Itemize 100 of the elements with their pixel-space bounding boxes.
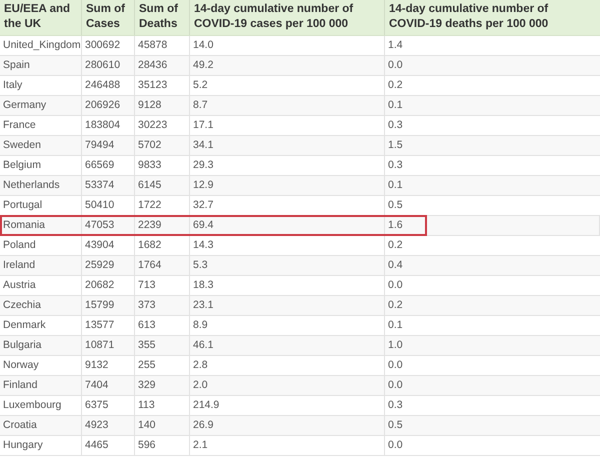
- table-cell: 79494: [82, 136, 135, 155]
- table-cell: France: [0, 116, 82, 135]
- table-cell: 17.1: [190, 116, 385, 135]
- table-cell: 6375: [82, 396, 135, 415]
- table-cell: 12.9: [190, 176, 385, 195]
- table-cell: 329: [135, 376, 190, 395]
- table-cell: 355: [135, 336, 190, 355]
- table-cell: 5.2: [190, 76, 385, 95]
- table-cell: Luxembourg: [0, 396, 82, 415]
- table-cell-text: 0.5: [387, 198, 404, 213]
- table-cell: 69.4: [190, 216, 385, 235]
- table-cell: Bulgaria: [0, 336, 82, 355]
- table-cell: 2239: [135, 216, 190, 235]
- table-cell-text: 0.4: [387, 258, 404, 273]
- table-cell: Germany: [0, 96, 82, 115]
- column-header: 14-day cumulative number of COVID-19 cases per 100 000: [190, 0, 385, 35]
- table-cell: 280610: [82, 56, 135, 75]
- table-cell: 2.0: [190, 376, 385, 395]
- table-cell: 713: [135, 276, 190, 295]
- table-cell: 10871: [82, 336, 135, 355]
- table-cell: 613: [135, 316, 190, 335]
- table-cell-text: 0.1: [387, 178, 404, 193]
- table-cell: Poland: [0, 236, 82, 255]
- table-cell: 26.9: [190, 416, 385, 435]
- table-cell: 28436: [135, 56, 190, 75]
- table-cell: Austria: [0, 276, 82, 295]
- table-cell: 214.9: [190, 396, 385, 415]
- table-cell: Spain: [0, 56, 82, 75]
- table-cell: 35123: [135, 76, 190, 95]
- table-cell: 53374: [82, 176, 135, 195]
- table-cell: 13577: [82, 316, 135, 335]
- table-cell: Croatia: [0, 416, 82, 435]
- table-cell: 20682: [82, 276, 135, 295]
- table-cell: 1.6: [385, 216, 600, 235]
- table-cell: Hungary: [0, 436, 82, 455]
- table-cell: 1682: [135, 236, 190, 255]
- table-cell: 15799: [82, 296, 135, 315]
- table-cell: United_Kingdom: [0, 36, 82, 55]
- table-cell: Romania: [0, 216, 82, 235]
- table-cell-text: 0.3: [387, 398, 404, 413]
- table-cell: 7404: [82, 376, 135, 395]
- table-cell-text: 0.1: [387, 98, 404, 113]
- table-cell: Denmark: [0, 316, 82, 335]
- table-cell: Norway: [0, 356, 82, 375]
- table-cell: 49.2: [190, 56, 385, 75]
- table-cell: 23.1: [190, 296, 385, 315]
- table-cell: 4465: [82, 436, 135, 455]
- table-cell: 5702: [135, 136, 190, 155]
- table-cell-text: 0.2: [387, 298, 404, 313]
- table-cell: 46.1: [190, 336, 385, 355]
- table-cell-text: 0.5: [387, 418, 404, 433]
- table-cell: Belgium: [0, 156, 82, 175]
- table-cell: 8.9: [190, 316, 385, 335]
- table-cell: 9128: [135, 96, 190, 115]
- table-cell: 6145: [135, 176, 190, 195]
- table-cell: 1764: [135, 256, 190, 275]
- table-cell: 45878: [135, 36, 190, 55]
- table-cell: 183804: [82, 116, 135, 135]
- table-cell-text: 0.0: [387, 378, 404, 393]
- table-cell: Finland: [0, 376, 82, 395]
- table-cell: 34.1: [190, 136, 385, 155]
- table-cell-text: 1.4: [387, 38, 404, 53]
- table-cell: 18.3: [190, 276, 385, 295]
- table-cell-text: 0.0: [387, 278, 404, 293]
- table-cell: Sweden: [0, 136, 82, 155]
- table-cell-text: 0.2: [387, 238, 404, 253]
- table-cell: 113: [135, 396, 190, 415]
- table-cell: 47053: [82, 216, 135, 235]
- table-cell: 5.3: [190, 256, 385, 275]
- table-cell: Netherlands: [0, 176, 82, 195]
- table-cell-text: 0.0: [387, 358, 404, 373]
- table-cell-text: 1.0: [387, 338, 404, 353]
- table-cell: 255: [135, 356, 190, 375]
- table-cell: Portugal: [0, 196, 82, 215]
- table-cell: 246488: [82, 76, 135, 95]
- table-cell: 50410: [82, 196, 135, 215]
- column-header: 14-day cumulative number of COVID-19 deaths per 100 000: [388, 2, 550, 32]
- table-cell-text: 1.5: [387, 138, 404, 153]
- table-cell: 9833: [135, 156, 190, 175]
- table-cell-text: 0.1: [387, 318, 404, 333]
- column-header: Sum of Cases: [82, 0, 135, 35]
- table-cell: 140: [135, 416, 190, 435]
- table-cell: 1722: [135, 196, 190, 215]
- table-cell-text: 0.3: [387, 158, 404, 173]
- table-cell: 2.8: [190, 356, 385, 375]
- table-cell: 4923: [82, 416, 135, 435]
- table-cell-text: 0.0: [387, 438, 404, 453]
- table-cell: 43904: [82, 236, 135, 255]
- table-cell-text: 0.0: [387, 58, 404, 73]
- column-header: Sum of Deaths: [135, 0, 190, 35]
- table-cell: 25929: [82, 256, 135, 275]
- table-cell: Czechia: [0, 296, 82, 315]
- column-header: EU/EEA and the UK: [0, 0, 82, 35]
- table-cell-text: 0.3: [387, 118, 404, 133]
- table-cell: 14.0: [190, 36, 385, 55]
- table-cell: 206926: [82, 96, 135, 115]
- table-cell: Italy: [0, 76, 82, 95]
- table-cell: 9132: [82, 356, 135, 375]
- table-cell-text: 0.2: [387, 78, 404, 93]
- table-cell: 32.7: [190, 196, 385, 215]
